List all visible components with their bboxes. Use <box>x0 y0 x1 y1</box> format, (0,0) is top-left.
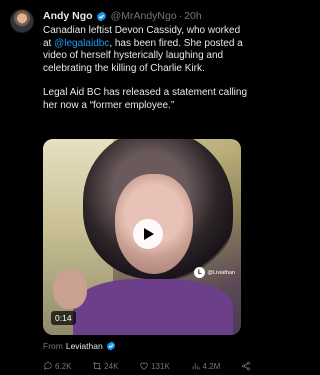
views-button[interactable]: 4.2M <box>191 361 221 371</box>
verified-badge-icon <box>96 10 107 22</box>
tweet[interactable]: Andy Ngo @MrAndyNgo · 20h Canadian lefti… <box>0 0 252 375</box>
video-watermark: L @Liviathan <box>194 267 235 278</box>
avatar[interactable] <box>10 9 34 33</box>
action-bar: 6.2K 24K 131K 4.2M <box>43 359 251 373</box>
separator-dot: · <box>178 10 183 22</box>
mention-link[interactable]: @legalaidbc <box>54 38 109 49</box>
watermark-logo-icon: L <box>194 267 206 278</box>
author-handle[interactable]: @MrAndyNgo <box>111 10 177 22</box>
tweet-header: Andy Ngo @MrAndyNgo · 20h <box>43 8 246 24</box>
repost-button[interactable]: 24K <box>92 361 118 371</box>
share-button[interactable] <box>241 361 251 371</box>
views-icon <box>192 363 200 370</box>
views-count: 4.2M <box>202 361 221 371</box>
video-player[interactable]: L @Liviathan 0:14 <box>43 139 241 335</box>
video-subject-hand <box>53 269 87 309</box>
video-source: From Leviathan <box>43 341 116 351</box>
source-name[interactable]: Leviathan <box>66 341 103 351</box>
like-button[interactable]: 131K <box>139 361 170 371</box>
play-button[interactable] <box>133 219 163 249</box>
like-icon <box>140 362 148 370</box>
play-icon <box>144 228 154 240</box>
repost-icon <box>93 362 102 370</box>
source-prefix: From <box>43 341 63 351</box>
video-subject-shirt <box>73 279 233 335</box>
video-duration: 0:14 <box>51 311 76 325</box>
tweet-text: Canadian leftist Devon Cassidy, who work… <box>43 25 248 113</box>
timestamp[interactable]: 20h <box>184 10 202 22</box>
tweet-paragraph-1: Canadian leftist Devon Cassidy, who work… <box>43 25 248 75</box>
author-name[interactable]: Andy Ngo <box>43 10 93 22</box>
reply-count: 6.2K <box>55 361 72 371</box>
repost-count: 24K <box>104 361 119 371</box>
reply-icon <box>44 362 52 371</box>
tweet-paragraph-2: Legal Aid BC has released a statement ca… <box>43 87 248 111</box>
reply-button[interactable]: 6.2K <box>43 361 71 371</box>
share-icon <box>242 361 250 371</box>
verified-badge-icon <box>106 341 116 351</box>
like-count: 131K <box>151 361 170 371</box>
watermark-text: @Liviathan <box>207 269 235 276</box>
